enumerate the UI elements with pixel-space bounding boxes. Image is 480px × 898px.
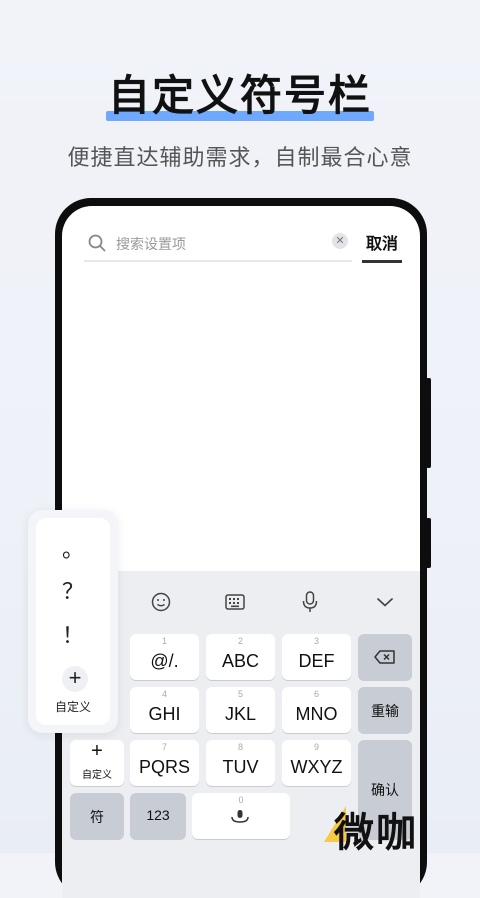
phone-side-button [426, 518, 431, 568]
microphone-icon [231, 810, 249, 823]
key-number: 9 [313, 742, 319, 752]
collapse-chevron-icon[interactable] [367, 587, 403, 617]
key-number: 2 [237, 636, 243, 646]
key-label: PQRS [138, 757, 190, 777]
custom-key-label: 自定义 [82, 770, 112, 781]
keyboard-toolbar [117, 587, 412, 617]
space-key[interactable]: 0 [192, 793, 290, 839]
key-5[interactable]: 5 JKL [206, 687, 275, 733]
headline-text: 自定义符号栏 [107, 72, 372, 119]
watermark-text: 微咖 [334, 811, 418, 855]
key-number: 1 [161, 636, 167, 646]
search-row: ✕ 取消 [84, 228, 402, 264]
key-7[interactable]: 7 PQRS [130, 740, 199, 786]
numbers-key[interactable]: 123 [130, 793, 186, 839]
search-box[interactable]: ✕ [84, 228, 352, 262]
search-input[interactable] [114, 231, 318, 257]
key-label: ABC [221, 651, 259, 671]
headline: 自定义符号栏 [105, 62, 374, 123]
key-number: 6 [313, 689, 319, 699]
symbol-key[interactable]: 符 [70, 793, 124, 839]
key-label: TUV [222, 757, 259, 777]
key-number: 3 [313, 636, 319, 646]
key-9[interactable]: 9 WXYZ [282, 740, 351, 786]
key-label: JKL [224, 704, 257, 724]
key-label: 重输 [371, 703, 399, 719]
headline-wrap: 自定义符号栏 [0, 62, 480, 123]
key-label: WXYZ [290, 757, 343, 777]
key-number: 0 [238, 795, 244, 805]
add-symbol-button[interactable]: + [62, 666, 88, 692]
key-2[interactable]: 2 ABC [206, 634, 275, 680]
symbol-item[interactable]: ？ [36, 574, 110, 606]
backspace-icon [374, 650, 395, 664]
symbol-item[interactable]: 。 [36, 532, 110, 564]
custom-symbol-bar: 。 ？ ！ + 自定义 [28, 510, 118, 733]
key-number: 4 [161, 689, 167, 699]
key-label: GHI [148, 704, 181, 724]
key-number: 5 [237, 689, 243, 699]
reenter-button[interactable]: 重输 [358, 687, 412, 733]
clear-icon[interactable]: ✕ [332, 233, 348, 249]
key-label: 123 [146, 807, 170, 823]
key-4[interactable]: 4 GHI [130, 687, 199, 733]
add-symbol-label: 自定义 [54, 700, 91, 714]
subtitle: 便捷直达辅助需求，自制最合心意 [67, 145, 413, 170]
key-number: 8 [237, 742, 243, 752]
custom-key[interactable]: + 自定义 [70, 740, 124, 786]
emoji-icon[interactable] [143, 587, 179, 617]
symbol-bar-panel: 。 ？ ！ + 自定义 [36, 518, 110, 725]
search-icon [88, 234, 106, 252]
key-label: MNO [295, 704, 338, 724]
key-8[interactable]: 8 TUV [206, 740, 275, 786]
keyboard-icon[interactable] [217, 587, 253, 617]
key-label: DEF [298, 651, 335, 671]
key-label: 符 [90, 809, 104, 825]
backspace-button[interactable] [358, 634, 412, 680]
cancel-button[interactable]: 取消 [362, 230, 402, 263]
key-label: @/. [150, 651, 179, 671]
symbol-item[interactable]: ！ [36, 618, 110, 650]
key-3[interactable]: 3 DEF [282, 634, 351, 680]
key-6[interactable]: 6 MNO [282, 687, 351, 733]
key-number: 7 [161, 742, 167, 752]
microphone-icon[interactable] [292, 587, 328, 617]
key-1[interactable]: 1 @/. [130, 634, 199, 680]
watermark-logo: 微咖 [324, 800, 476, 855]
phone-side-button [426, 378, 431, 468]
key-label: 确认 [371, 782, 399, 798]
plus-icon: + [91, 740, 103, 762]
